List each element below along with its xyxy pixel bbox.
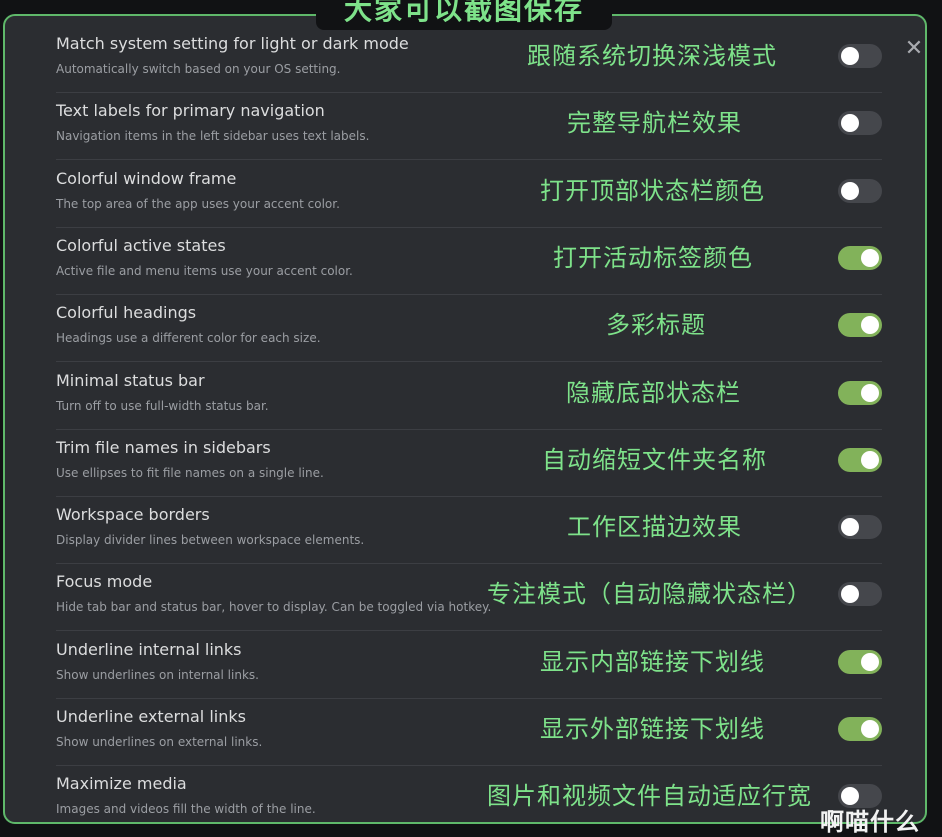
chinese-annotation: 自动缩短文件夹名称 [542,445,767,474]
setting-title: Match system setting for light or dark m… [56,34,409,53]
toggle-knob [841,181,859,200]
toggle-knob [841,585,859,604]
chinese-annotation: 打开顶部状态栏颜色 [540,176,765,205]
toggle-knob [841,47,859,65]
setting-row: Match system setting for light or dark m… [56,26,882,93]
setting-description: Show underlines on internal links. [56,667,259,682]
setting-toggle[interactable] [838,313,882,338]
setting-description: Hide tab bar and status bar, hover to di… [56,600,492,615]
setting-toggle[interactable] [838,717,882,741]
setting-toggle[interactable] [838,649,882,674]
chinese-annotation: 隐藏底部状态栏 [566,378,741,407]
setting-row: Underline internal links Show underlines … [56,632,882,699]
setting-toggle[interactable] [838,447,882,472]
setting-description: Headings use a different color for each … [56,331,321,346]
setting-row: Maximize media Images and videos fill the… [56,766,882,822]
setting-toggle[interactable] [838,515,882,540]
toggle-knob [861,316,879,335]
setting-toggle[interactable] [838,245,882,270]
banner-caption: 大家可以截图保存 [316,0,612,30]
setting-toggle[interactable] [838,582,882,607]
setting-title: Focus mode [56,572,153,592]
setting-row: Colorful active states Active file and me… [56,228,882,295]
setting-description: Turn off to use full-width status bar. [56,398,269,413]
setting-description: Display divider lines between workspace … [56,533,365,548]
toggle-knob [861,720,879,738]
setting-title: Underline external links [56,707,246,726]
chinese-annotation: 显示内部链接下划线 [540,647,765,676]
chinese-annotation: 显示外部链接下划线 [540,715,765,743]
toggle-knob [861,248,879,267]
setting-toggle[interactable] [838,178,882,203]
chinese-annotation: 工作区描边效果 [567,513,742,542]
setting-description: Images and videos fill the width of the … [56,802,316,817]
setting-title: Workspace borders [56,505,210,525]
chinese-annotation: 完整导航栏效果 [567,109,742,138]
setting-title: Underline internal links [56,639,242,659]
toggle-knob [841,518,859,537]
setting-description: The top area of the app uses your accent… [56,196,340,211]
setting-row: Colorful headings Headings use a differen… [56,295,882,363]
toggle-knob [861,450,879,469]
setting-toggle[interactable] [838,44,882,68]
setting-title: Colorful active states [56,235,226,255]
setting-row: Text labels for primary navigation Naviga… [56,93,882,161]
setting-title: Text labels for primary navigation [56,101,325,121]
setting-row: Minimal status bar Turn off to use full-w… [56,363,882,430]
setting-description: Use ellipses to fit file names on a sing… [56,465,324,480]
setting-description: Automatically switch based on your OS se… [56,62,341,76]
setting-title: Colorful headings [56,303,197,323]
chinese-annotation: 跟随系统切换深浅模式 [527,42,777,70]
setting-title: Maximize media [56,774,187,794]
setting-row: Colorful window frame The top area of the… [56,161,882,228]
toggle-knob [861,383,879,402]
settings-modal: ✕ Match system setting for light or dark… [3,14,927,824]
setting-toggle[interactable] [838,111,882,136]
setting-title: Colorful window frame [56,168,237,188]
setting-row: Workspace borders Display divider lines b… [56,497,882,565]
toggle-knob [841,114,859,133]
close-icon[interactable]: ✕ [903,38,925,60]
toggle-knob [861,652,879,671]
setting-row: Focus mode Hide tab bar and status bar, h… [56,564,882,632]
setting-row: Trim file names in sidebars Use ellipses … [56,430,882,497]
setting-description: Active file and menu items use your acce… [56,263,353,278]
chinese-annotation: 专注模式（自动隐藏状态栏） [487,580,812,609]
chinese-annotation: 图片和视频文件自动适应行宽 [487,782,812,811]
setting-title: Trim file names in sidebars [56,437,271,457]
setting-description: Navigation items in the left sidebar use… [56,129,370,144]
setting-description: Show underlines on external links. [56,735,263,749]
setting-title: Minimal status bar [56,370,205,390]
setting-row: Underline external links Show underlines … [56,699,882,766]
setting-toggle[interactable] [838,380,882,405]
chinese-annotation: 打开活动标签颜色 [553,243,753,272]
chinese-annotation: 多彩标题 [606,311,706,340]
